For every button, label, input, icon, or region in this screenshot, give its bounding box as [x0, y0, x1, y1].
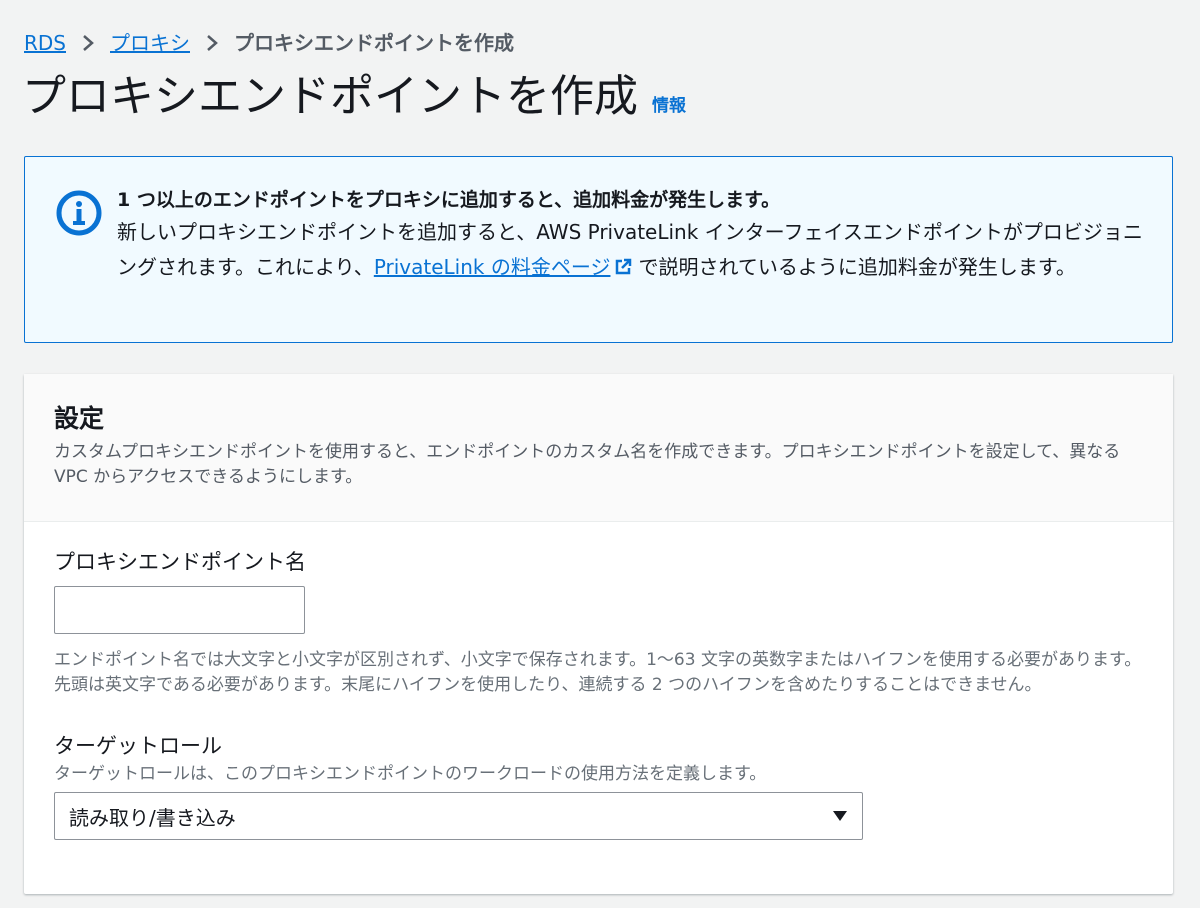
settings-panel: 設定 カスタムプロキシエンドポイントを使用すると、エンドポイントのカスタム名を作… — [24, 374, 1173, 894]
info-icon — [56, 190, 102, 236]
alert-text-after: で説明されているように追加料金が発生します。 — [638, 255, 1076, 279]
page-header: プロキシエンドポイントを作成 情報 — [22, 68, 686, 126]
external-link-icon — [616, 258, 632, 275]
info-link[interactable]: 情報 — [652, 91, 686, 116]
target-role-select[interactable]: 読み取り/書き込み — [54, 792, 863, 840]
settings-title: 設定 — [54, 404, 105, 433]
endpoint-name-label: プロキシエンドポイント名 — [54, 550, 306, 574]
breadcrumb-link-rds[interactable]: RDS — [24, 30, 66, 56]
chevron-right-icon — [82, 34, 94, 52]
info-alert: 1 つ以上のエンドポイントをプロキシに追加すると、追加料金が発生します。 新しい… — [24, 156, 1173, 343]
target-role-label: ターゲットロール — [54, 734, 222, 758]
page-title: プロキシエンドポイントを作成 — [22, 71, 638, 122]
endpoint-name-input[interactable] — [54, 586, 305, 634]
target-role-hint: ターゲットロールは、このプロキシエンドポイントのワークロードの使用方法を定義しま… — [54, 764, 767, 784]
endpoint-name-hint: エンドポイント名では大文字と小文字が区別されず、小文字で保存されます。1〜63 … — [54, 650, 1142, 695]
target-role-selected-value: 読み取り/書き込み — [69, 805, 236, 830]
endpoint-name-field: プロキシエンドポイント名 エンドポイント名では大文字と小文字が区別されず、小文字… — [54, 548, 1143, 698]
breadcrumb-link-proxies[interactable]: プロキシ — [110, 30, 190, 56]
privatelink-pricing-link[interactable]: PrivateLink の料金ページ — [374, 255, 611, 279]
breadcrumb-current: プロキシエンドポイントを作成 — [234, 31, 514, 55]
breadcrumb: RDS プロキシ プロキシエンドポイントを作成 — [24, 30, 514, 56]
alert-text: 新しいプロキシエンドポイントを追加すると、AWS PrivateLink インタ… — [117, 215, 1146, 285]
target-role-field: ターゲットロール ターゲットロールは、このプロキシエンドポイントのワークロードの… — [54, 732, 1143, 840]
settings-body: プロキシエンドポイント名 エンドポイント名では大文字と小文字が区別されず、小文字… — [24, 522, 1173, 840]
caret-down-icon — [833, 811, 847, 821]
alert-title: 1 つ以上のエンドポイントをプロキシに追加すると、追加料金が発生します。 — [117, 189, 781, 211]
settings-description: カスタムプロキシエンドポイントを使用すると、エンドポイントのカスタム名を作成でき… — [54, 442, 1121, 487]
settings-header: 設定 カスタムプロキシエンドポイントを使用すると、エンドポイントのカスタム名を作… — [24, 374, 1173, 522]
chevron-right-icon — [206, 34, 218, 52]
